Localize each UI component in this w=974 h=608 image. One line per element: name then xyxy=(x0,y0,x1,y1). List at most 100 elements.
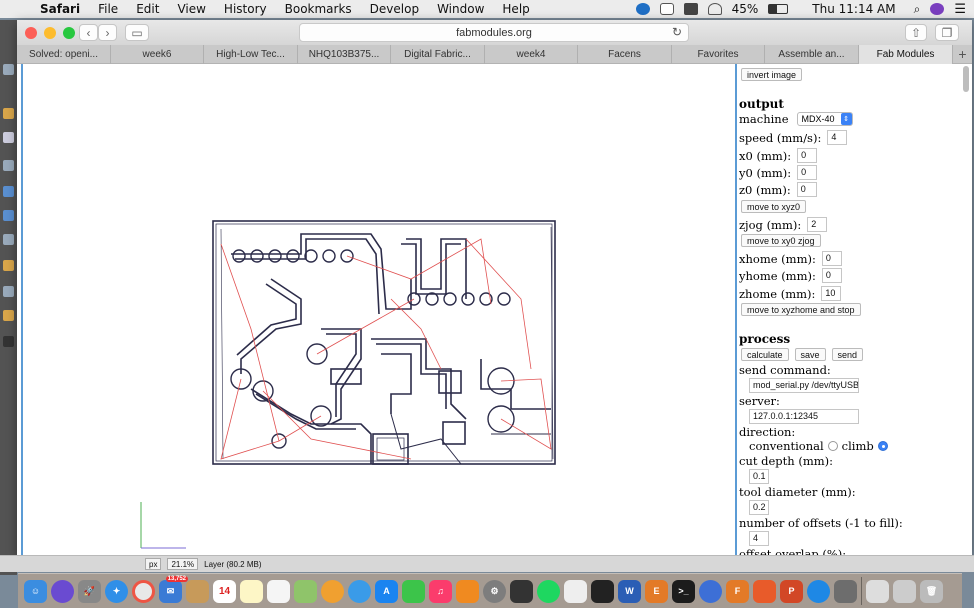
eagle-icon[interactable]: E xyxy=(645,579,668,603)
spotify-icon[interactable] xyxy=(537,579,560,603)
chrome-icon[interactable] xyxy=(132,579,155,603)
terminal-icon[interactable]: >_ xyxy=(672,579,695,603)
menu-window[interactable]: Window xyxy=(437,2,484,16)
send-button[interactable]: send xyxy=(831,348,864,361)
reload-icon[interactable]: ↻ xyxy=(672,25,682,39)
calendar-icon[interactable]: 14 xyxy=(213,579,236,603)
globe-app-icon[interactable] xyxy=(699,579,722,603)
teamviewer-icon[interactable] xyxy=(659,3,674,15)
yhome-input[interactable]: 0 xyxy=(821,268,842,283)
teamviewer-dock-icon[interactable] xyxy=(807,579,830,603)
siri-dock-icon[interactable] xyxy=(51,579,74,603)
trash-icon[interactable]: 🗑 xyxy=(920,579,943,603)
tab-high-low-tech[interactable]: High-Low Tec... xyxy=(204,45,298,64)
unit-select[interactable]: px xyxy=(145,558,162,570)
invert-image-button[interactable]: invert image xyxy=(741,68,803,81)
gimp-icon[interactable] xyxy=(834,579,857,603)
tab-week4[interactable]: week4 xyxy=(485,45,578,64)
tab-favorites[interactable]: Favorites xyxy=(672,45,765,64)
toolpath-canvas[interactable] xyxy=(21,64,735,555)
menu-develop[interactable]: Develop xyxy=(370,2,419,16)
machine-select[interactable]: MDX-40 ⇕ xyxy=(796,112,853,126)
tab-nhq[interactable]: NHQ103B375... xyxy=(298,45,391,64)
move-to-xy0-zjog-button[interactable]: move to xy0 zjog xyxy=(741,234,821,247)
x0-input[interactable]: 0 xyxy=(797,148,818,163)
back-button[interactable]: ‹ xyxy=(79,24,98,41)
scrollbar-thumb[interactable] xyxy=(963,66,969,92)
address-bar[interactable]: fabmodules.org ↻ xyxy=(299,23,689,42)
menu-app-name[interactable]: Safari xyxy=(40,2,80,16)
tab-solved[interactable]: Solved: openi... xyxy=(17,45,111,64)
move-to-xyzhome-button[interactable]: move to xyzhome and stop xyxy=(741,303,861,316)
tab-fab-modules[interactable]: Fab Modules xyxy=(859,45,953,64)
word-icon[interactable]: W xyxy=(618,579,641,603)
system-preferences-icon[interactable]: ⚙ xyxy=(483,579,506,603)
menu-help[interactable]: Help xyxy=(502,2,529,16)
calculate-button[interactable]: calculate xyxy=(741,348,789,361)
y0-input[interactable]: 0 xyxy=(797,165,818,180)
new-tab-button[interactable]: + xyxy=(953,45,972,63)
menu-view[interactable]: View xyxy=(177,2,205,16)
facetime-icon[interactable] xyxy=(402,579,425,603)
spotlight-search-icon[interactable]: ⌕ xyxy=(914,2,921,17)
speed-input[interactable]: 4 xyxy=(827,130,848,145)
ibooks-icon[interactable] xyxy=(456,579,479,603)
fusion-icon[interactable]: F xyxy=(726,579,749,603)
finder-icon[interactable]: ☺ xyxy=(24,579,47,603)
itunes-icon[interactable]: ♫ xyxy=(429,579,452,603)
z0-input[interactable]: 0 xyxy=(796,182,817,197)
tool-diameter-input[interactable]: 0.2 xyxy=(749,500,769,515)
safari-icon[interactable]: ✦ xyxy=(105,579,128,603)
climb-radio[interactable] xyxy=(877,441,888,451)
battery-icon[interactable] xyxy=(768,4,789,14)
app-status-icon[interactable] xyxy=(635,3,650,15)
cut-depth-input[interactable]: 0.1 xyxy=(749,469,769,484)
tab-week6[interactable]: week6 xyxy=(111,45,204,64)
photos-icon[interactable] xyxy=(321,579,344,603)
siri-icon[interactable] xyxy=(930,3,945,15)
offsets-input[interactable]: 4 xyxy=(749,531,769,546)
notification-center-icon[interactable]: ☰ xyxy=(954,2,966,17)
contacts-icon[interactable] xyxy=(186,579,209,603)
minimize-window-button[interactable] xyxy=(44,27,56,39)
tab-facens[interactable]: Facens xyxy=(578,45,672,64)
messages-icon[interactable] xyxy=(348,579,371,603)
share-button[interactable]: ⇧ xyxy=(905,24,927,41)
show-tabs-button[interactable]: ❐ xyxy=(935,24,959,41)
zhome-input[interactable]: 10 xyxy=(821,286,842,301)
xhome-input[interactable]: 0 xyxy=(821,251,842,266)
terminal-app-icon[interactable] xyxy=(510,579,533,603)
zoom-field[interactable]: 21.1% xyxy=(167,558,199,570)
sidebar-toggle-button[interactable]: ▭ xyxy=(125,24,149,41)
send-command-input[interactable]: mod_serial.py /dev/ttyUSB0 xyxy=(749,378,859,393)
menubar-clock[interactable]: Thu 11:14 AM xyxy=(812,2,895,16)
menu-file[interactable]: File xyxy=(98,2,118,16)
menu-edit[interactable]: Edit xyxy=(136,2,159,16)
mail-icon[interactable]: ✉ 13,752 xyxy=(159,575,188,603)
tab-assemble[interactable]: Assemble an... xyxy=(765,45,859,64)
powerpoint-icon[interactable]: P xyxy=(780,579,803,603)
fire-app-icon[interactable] xyxy=(753,579,776,603)
airplay-icon[interactable] xyxy=(683,3,698,15)
app-store-icon[interactable]: A xyxy=(375,579,398,603)
notes-icon[interactable] xyxy=(240,579,263,603)
server-input[interactable]: 127.0.0.1:12345 xyxy=(749,409,859,424)
menu-bookmarks[interactable]: Bookmarks xyxy=(285,2,352,16)
documents-stack-icon[interactable] xyxy=(866,579,889,603)
reminders-icon[interactable] xyxy=(267,579,290,603)
menu-history[interactable]: History xyxy=(224,2,267,16)
close-window-button[interactable] xyxy=(25,27,37,39)
forward-button[interactable]: › xyxy=(98,24,117,41)
save-button[interactable]: save xyxy=(794,348,826,361)
preview-icon[interactable] xyxy=(564,579,587,603)
downloads-stack-icon[interactable] xyxy=(893,579,916,603)
inkscape-icon[interactable] xyxy=(591,579,614,603)
zjog-input[interactable]: 2 xyxy=(807,217,828,232)
conventional-radio[interactable] xyxy=(827,441,838,451)
vertical-scrollbar[interactable] xyxy=(962,64,970,555)
wifi-icon[interactable] xyxy=(707,3,722,15)
move-to-xyz0-button[interactable]: move to xyz0 xyxy=(741,200,807,213)
zoom-window-button[interactable] xyxy=(63,27,75,39)
maps-icon[interactable] xyxy=(294,579,317,603)
launchpad-icon[interactable]: 🚀 xyxy=(78,579,101,603)
